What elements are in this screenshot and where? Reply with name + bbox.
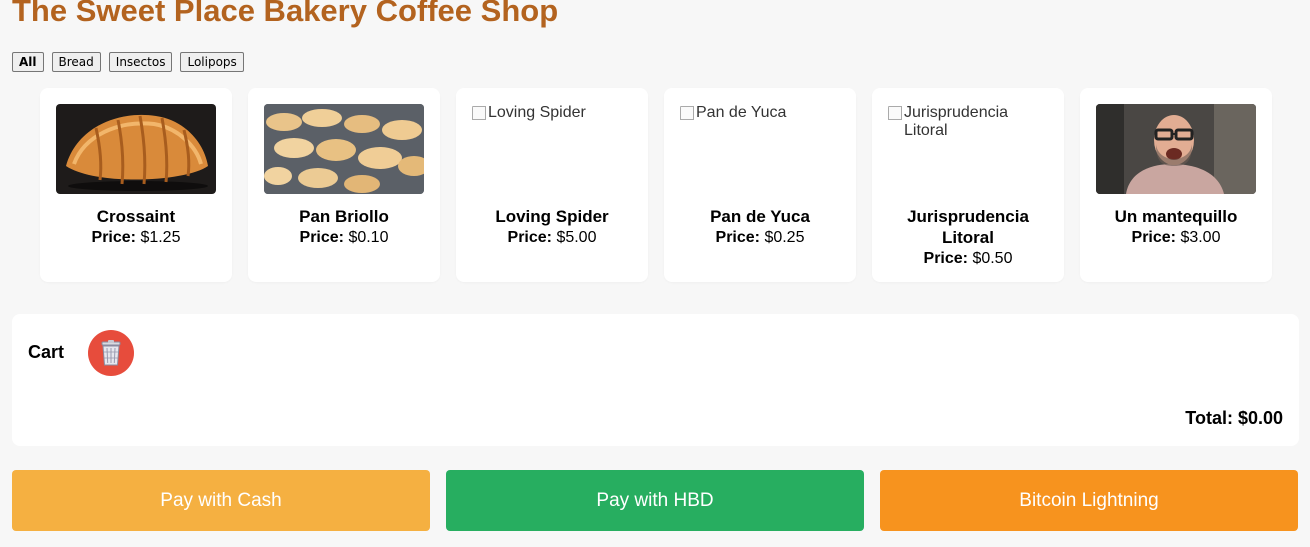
clear-cart-button[interactable] bbox=[88, 330, 134, 376]
product-price: Price: $0.25 bbox=[715, 229, 805, 246]
bread-rolls-image bbox=[264, 104, 424, 194]
product-price: Price: $3.00 bbox=[1131, 229, 1221, 246]
man-photo-image bbox=[1096, 104, 1256, 194]
product-card[interactable]: Pan Briollo Price: $0.10 bbox=[248, 88, 440, 282]
cart-title: Cart bbox=[28, 342, 65, 362]
filter-insectos-button[interactable]: Insectos bbox=[108, 52, 173, 72]
broken-image: Pan de Yuca bbox=[680, 104, 840, 194]
product-price: Price: $0.50 bbox=[923, 250, 1013, 267]
product-name: Un mantequillo bbox=[1114, 207, 1238, 226]
image-alt-text: Pan de Yuca bbox=[696, 104, 787, 121]
cart-total: Total: $0.00 bbox=[1185, 408, 1283, 428]
payment-options: Pay with Cash Pay with HBD Bitcoin Light… bbox=[12, 470, 1298, 531]
filter-all-button[interactable]: All bbox=[12, 52, 44, 72]
product-price: Price: $0.10 bbox=[299, 229, 389, 246]
product-card[interactable]: Pan de Yuca Pan de Yuca Price: $0.25 bbox=[664, 88, 856, 282]
image-alt-text: Jurisprudencia Litoral bbox=[904, 104, 1009, 139]
broken-image: Jurisprudencia Litoral bbox=[888, 104, 1048, 194]
product-grid: Crossaint Price: $1.25 Pan Briollo Price… bbox=[40, 88, 1272, 282]
broken-image-icon bbox=[472, 106, 486, 120]
image-alt-text: Loving Spider bbox=[488, 104, 586, 121]
product-card[interactable]: Jurisprudencia Litoral Jurisprudencia Li… bbox=[872, 88, 1064, 282]
product-name: Loving Spider bbox=[495, 207, 609, 226]
filter-lolipops-button[interactable]: Lolipops bbox=[180, 52, 244, 72]
pay-lightning-button[interactable]: Bitcoin Lightning bbox=[880, 470, 1298, 531]
broken-image-icon bbox=[680, 106, 694, 120]
product-card[interactable]: Un mantequillo Price: $3.00 bbox=[1080, 88, 1272, 282]
pay-cash-button[interactable]: Pay with Cash bbox=[12, 470, 430, 531]
cart-panel: Cart Total: $0.00 bbox=[12, 314, 1299, 446]
product-price: Price: $5.00 bbox=[507, 229, 597, 246]
product-name: Pan Briollo bbox=[299, 207, 389, 226]
product-price: Price: $1.25 bbox=[91, 229, 181, 246]
product-name: Pan de Yuca bbox=[710, 207, 810, 226]
category-filters: All Bread Insectos Lolipops bbox=[12, 52, 244, 72]
product-name: Crossaint bbox=[96, 207, 176, 226]
pay-hbd-button[interactable]: Pay with HBD bbox=[446, 470, 864, 531]
broken-image: Loving Spider bbox=[472, 104, 632, 194]
page-title: The Sweet Place Bakery Coffee Shop bbox=[12, 0, 559, 28]
filter-bread-button[interactable]: Bread bbox=[51, 52, 101, 72]
croissant-image bbox=[56, 104, 216, 194]
product-name: Jurisprudencia Litoral bbox=[907, 207, 1029, 247]
product-card[interactable]: Crossaint Price: $1.25 bbox=[40, 88, 232, 282]
product-card[interactable]: Loving Spider Loving Spider Price: $5.00 bbox=[456, 88, 648, 282]
trash-icon bbox=[101, 340, 121, 366]
broken-image-icon bbox=[888, 106, 902, 120]
